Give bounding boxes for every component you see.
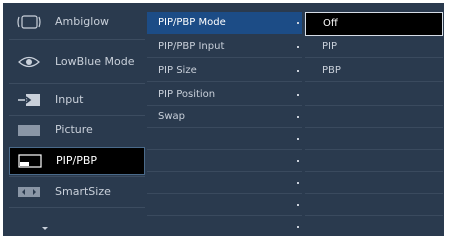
bullet <box>297 94 299 96</box>
option-list: Off PIP PBP <box>305 5 445 234</box>
sub-menu: PIP/PBP Mode PIP/PBP Input PIP Size PIP … <box>147 5 302 234</box>
bullet <box>297 46 299 48</box>
eye-icon <box>16 55 42 69</box>
submenu-label: PIP Size <box>158 65 197 76</box>
option-empty-row <box>305 150 443 172</box>
submenu-empty-row <box>147 172 302 194</box>
bullet <box>297 70 299 72</box>
divider <box>9 39 145 40</box>
divider <box>9 176 145 177</box>
menu-item-label: Ambiglow <box>55 15 110 28</box>
option-label: Off <box>323 18 338 29</box>
submenu-item-pip-pbp-input[interactable]: PIP/PBP Input <box>147 36 302 58</box>
menu-item-smartsize[interactable]: SmartSize <box>9 179 145 205</box>
menu-item-picture[interactable]: Picture <box>9 117 145 143</box>
option-label: PBP <box>322 65 341 76</box>
picture-icon <box>16 123 42 137</box>
submenu-label: PIP/PBP Mode <box>158 17 226 28</box>
menu-item-ambiglow[interactable]: Ambiglow <box>9 9 145 35</box>
menu-item-lowblue-mode[interactable]: LowBlue Mode <box>9 49 145 75</box>
submenu-label: Swap <box>158 111 186 122</box>
submenu-empty-row <box>147 216 302 238</box>
submenu-empty-row <box>147 128 302 150</box>
menu-item-label: Input <box>55 93 84 106</box>
menu-item-label: SmartSize <box>55 185 111 198</box>
divider <box>9 115 145 116</box>
submenu-label: PIP/PBP Input <box>158 41 225 52</box>
menu-item-pip-pbp[interactable]: PIP/PBP <box>9 147 145 175</box>
option-empty-row <box>305 84 443 106</box>
submenu-item-pip-position[interactable]: PIP Position <box>147 84 302 106</box>
menu-item-label: PIP/PBP <box>56 154 98 167</box>
input-icon <box>16 93 42 107</box>
submenu-item-swap[interactable]: Swap <box>147 106 302 128</box>
option-empty-row <box>305 194 443 216</box>
menu-item-input[interactable]: Input <box>9 87 145 113</box>
submenu-label: PIP Position <box>158 89 216 100</box>
smartsize-icon <box>16 185 42 199</box>
ambiglow-icon <box>16 15 42 29</box>
divider <box>9 207 145 208</box>
main-menu: Ambiglow LowBlue Mode Input Picture PIP/… <box>9 5 147 234</box>
osd-panel: Ambiglow LowBlue Mode Input Picture PIP/… <box>3 3 444 236</box>
option-label: PIP <box>322 41 338 52</box>
option-pbp[interactable]: PBP <box>305 60 443 82</box>
bullet <box>297 22 299 24</box>
menu-item-label: LowBlue Mode <box>55 55 135 68</box>
option-empty-row <box>305 106 443 128</box>
chevron-down-icon <box>39 223 65 237</box>
option-empty-row <box>305 172 443 194</box>
menu-item-label: Picture <box>55 123 93 136</box>
option-pip[interactable]: PIP <box>305 36 443 58</box>
more-button[interactable] <box>9 215 145 241</box>
submenu-empty-row <box>147 194 302 216</box>
divider <box>9 83 145 84</box>
submenu-empty-row <box>147 150 302 172</box>
submenu-item-pip-pbp-mode[interactable]: PIP/PBP Mode <box>147 12 302 34</box>
submenu-item-pip-size[interactable]: PIP Size <box>147 60 302 82</box>
bullet <box>297 116 299 118</box>
pip-pbp-icon <box>17 154 43 168</box>
option-off[interactable]: Off <box>305 12 443 36</box>
option-empty-row <box>305 128 443 150</box>
